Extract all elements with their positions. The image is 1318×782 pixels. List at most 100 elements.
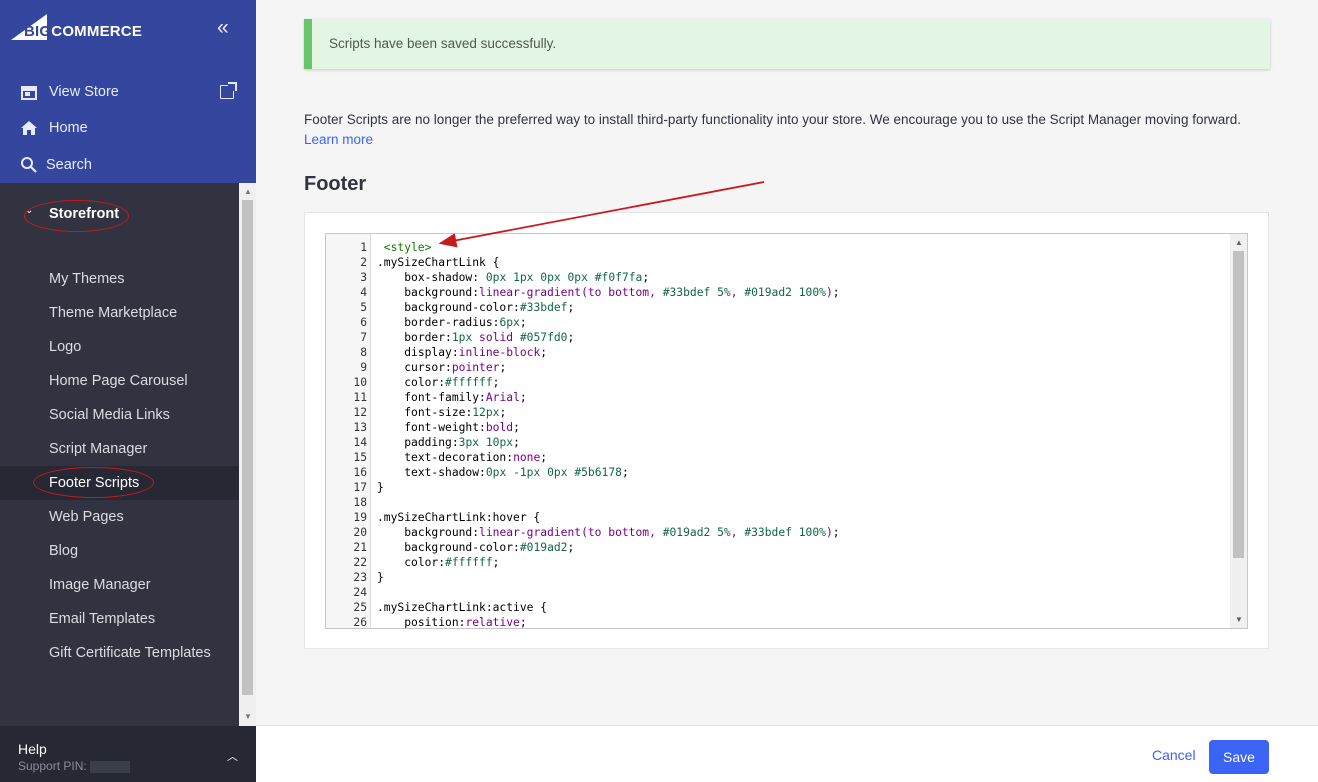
code-text: display:inline-block; xyxy=(404,346,548,359)
learn-more-link[interactable]: Learn more xyxy=(304,132,373,147)
bigcommerce-logo[interactable]: BIGCOMMERCE xyxy=(11,14,143,42)
code-text: background:linear-gradient(to bottom, #0… xyxy=(404,526,840,539)
line-number: 10 xyxy=(353,376,367,389)
home-link[interactable]: Home xyxy=(20,117,88,139)
code-text: cursor:pointer; xyxy=(404,361,507,374)
sidebar-item-theme-marketplace[interactable]: Theme Marketplace xyxy=(0,296,239,330)
code-line[interactable]: 3 box-shadow: 0px 1px 0px 0px #f0f7fa; xyxy=(326,270,1231,285)
code-line[interactable]: 14 padding:3px 10px; xyxy=(326,435,1231,450)
sidebar-item-gift-certificate-templates[interactable]: Gift Certificate Templates xyxy=(0,636,239,670)
code-line[interactable]: 11 font-family:Arial; xyxy=(326,390,1231,405)
code-line[interactable]: 2 .mySizeChartLink { xyxy=(326,255,1231,270)
scroll-down-arrow-icon[interactable]: ▼ xyxy=(243,712,253,721)
external-link-icon[interactable] xyxy=(220,82,237,99)
sidebar-item-script-manager[interactable]: Script Manager xyxy=(0,432,239,466)
code-text: border:1px solid #057fd0; xyxy=(404,331,575,344)
code-line[interactable]: 25 .mySizeChartLink:active { xyxy=(326,600,1231,615)
search-icon xyxy=(20,156,38,174)
code-editor[interactable]: 1 <style> 2 .mySizeChartLink {3 box-shadow… xyxy=(325,233,1248,629)
code-text: color:#ffffff; xyxy=(404,556,500,569)
code-line[interactable]: 4 background:linear-gradient(to bottom, … xyxy=(326,285,1231,300)
intro-text: Footer Scripts are no longer the preferr… xyxy=(304,112,1241,127)
logo-text-commerce: COMMERCE xyxy=(51,23,143,40)
page-title: Footer xyxy=(304,173,367,195)
sidebar-item-home-page-carousel[interactable]: Home Page Carousel xyxy=(0,364,239,398)
code-line[interactable]: 22 color:#ffffff; xyxy=(326,555,1231,570)
code-text: background-color:#33bdef; xyxy=(404,301,575,314)
code-line[interactable]: 6 border-radius:6px; xyxy=(326,315,1231,330)
save-button[interactable]: Save xyxy=(1209,740,1269,774)
line-number: 19 xyxy=(353,511,367,524)
search-label: Search xyxy=(46,157,92,173)
help-panel[interactable]: Help Support PIN: ︿ xyxy=(0,726,256,782)
code-line[interactable]: 15 text-decoration:none; xyxy=(326,450,1231,465)
view-store-label: View Store xyxy=(49,84,119,100)
line-number: 18 xyxy=(353,496,367,509)
sidebar-item-blog[interactable]: Blog xyxy=(0,534,239,568)
code-line[interactable]: 26 position:relative; xyxy=(326,615,1231,628)
code-line[interactable]: 5 background-color:#33bdef; xyxy=(326,300,1231,315)
sidebar-item-email-templates[interactable]: Email Templates xyxy=(0,602,239,636)
support-pin-label: Support PIN: xyxy=(18,759,87,773)
code-line[interactable]: 23} xyxy=(326,570,1231,585)
code-text: .mySizeChartLink:active { xyxy=(377,601,548,614)
code-line[interactable]: 9 cursor:pointer; xyxy=(326,360,1231,375)
sidebar-item-image-manager[interactable]: Image Manager xyxy=(0,568,239,602)
sidebar-item-web-pages[interactable]: Web Pages xyxy=(0,500,239,534)
code-line[interactable]: 8 display:inline-block; xyxy=(326,345,1231,360)
code-line[interactable]: 17} xyxy=(326,480,1231,495)
home-label: Home xyxy=(49,120,88,136)
code-text: background:linear-gradient(to bottom, #3… xyxy=(404,286,840,299)
sidebar: BIGCOMMERCE « View Store Home Search ⌄ S… xyxy=(0,0,256,782)
code-text: font-family:Arial; xyxy=(404,391,527,404)
editor-scrollbar-thumb[interactable] xyxy=(1233,251,1244,558)
code-line[interactable]: 18 xyxy=(326,495,1231,510)
code-lines[interactable]: 1 <style> 2 .mySizeChartLink {3 box-shadow… xyxy=(326,240,1231,628)
line-number: 21 xyxy=(353,541,367,554)
code-text: background-color:#019ad2; xyxy=(404,541,575,554)
search-link[interactable]: Search xyxy=(20,154,92,176)
code-line[interactable]: 13 font-weight:bold; xyxy=(326,420,1231,435)
code-text: border-radius:6px; xyxy=(404,316,527,329)
code-line[interactable]: 20 background:linear-gradient(to bottom,… xyxy=(326,525,1231,540)
editor-scroll-up-icon[interactable]: ▲ xyxy=(1234,238,1244,247)
action-bar: Cancel Save xyxy=(256,725,1318,782)
code-text: .mySizeChartLink { xyxy=(377,256,500,269)
code-line[interactable]: 12 font-size:12px; xyxy=(326,405,1231,420)
chevron-up-icon[interactable]: ︿ xyxy=(227,748,238,764)
line-number: 1 xyxy=(360,241,367,254)
code-line[interactable]: 21 background-color:#019ad2; xyxy=(326,540,1231,555)
main-content: Scripts have been saved successfully. Fo… xyxy=(256,0,1318,726)
line-number: 11 xyxy=(353,391,367,404)
line-number: 16 xyxy=(353,466,367,479)
code-text: .mySizeChartLink:hover { xyxy=(377,511,541,524)
help-title: Help xyxy=(18,741,47,757)
code-line[interactable]: 10 color:#ffffff; xyxy=(326,375,1231,390)
editor-scroll-down-icon[interactable]: ▼ xyxy=(1234,615,1244,624)
code-line[interactable]: 24 xyxy=(326,585,1231,600)
line-number: 3 xyxy=(360,271,367,284)
sidebar-item-social-media-links[interactable]: Social Media Links xyxy=(0,398,239,432)
code-line[interactable]: 7 border:1px solid #057fd0; xyxy=(326,330,1231,345)
line-number: 15 xyxy=(353,451,367,464)
sidebar-scrollbar-thumb[interactable] xyxy=(242,200,253,695)
code-line[interactable]: 19 .mySizeChartLink:hover { xyxy=(326,510,1231,525)
line-number: 4 xyxy=(360,286,367,299)
line-number: 13 xyxy=(353,421,367,434)
line-number: 20 xyxy=(353,526,367,539)
line-number: 25 xyxy=(353,601,367,614)
sidebar-item-logo[interactable]: Logo xyxy=(0,330,239,364)
code-text: box-shadow: 0px 1px 0px 0px #f0f7fa; xyxy=(404,271,650,284)
code-line[interactable]: 1 <style> xyxy=(326,240,1231,255)
code-line[interactable]: 16 text-shadow:0px -1px 0px #5b6178; xyxy=(326,465,1231,480)
view-store-link[interactable]: View Store xyxy=(20,81,119,103)
line-number: 22 xyxy=(353,556,367,569)
cancel-button[interactable]: Cancel xyxy=(1152,747,1196,763)
sidebar-nav: ⌄ Storefront My Themes Theme Marketplace… xyxy=(0,183,256,726)
sidebar-item-my-themes[interactable]: My Themes xyxy=(0,262,239,296)
scroll-up-arrow-icon[interactable]: ▲ xyxy=(243,187,253,196)
double-chevron-left-icon[interactable]: « xyxy=(217,17,235,39)
line-number: 8 xyxy=(360,346,367,359)
